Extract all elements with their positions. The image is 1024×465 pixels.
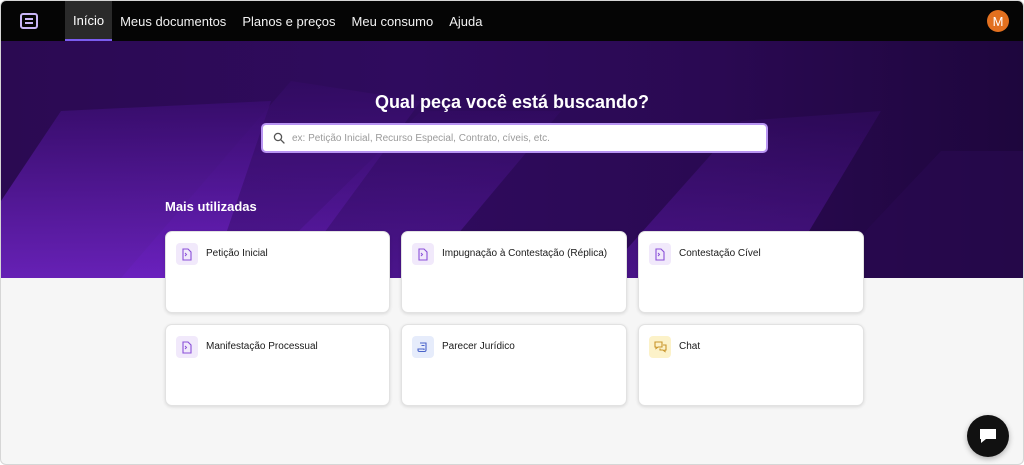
main-nav: Início Meus documentos Planos e preços M…: [65, 1, 490, 41]
card-label: Chat: [679, 341, 701, 352]
card-label: Manifestação Processual: [206, 341, 318, 352]
chat-widget-button[interactable]: [967, 415, 1009, 457]
nav-item-meus-documentos[interactable]: Meus documentos: [112, 1, 234, 41]
scroll-icon: [412, 336, 434, 358]
card-label: Impugnação à Contestação (Réplica): [442, 248, 608, 259]
card-peticao-inicial[interactable]: Petição Inicial: [165, 231, 390, 313]
card-contestacao-civel[interactable]: Contestação Cível: [638, 231, 864, 313]
top-navbar: Início Meus documentos Planos e preços M…: [1, 1, 1023, 41]
nav-item-planos-e-precos[interactable]: Planos e preços: [234, 1, 343, 41]
section-title: Mais utilizadas: [165, 199, 257, 214]
search-box[interactable]: [261, 123, 768, 153]
document-icon: [176, 336, 198, 358]
card-label: Parecer Jurídico: [442, 341, 515, 352]
app-window: Início Meus documentos Planos e preços M…: [0, 0, 1024, 465]
chat-bubble-icon: [980, 429, 996, 443]
hero-title: Qual peça você está buscando?: [374, 92, 650, 112]
card-label: Petição Inicial: [206, 248, 268, 259]
card-label: Contestação Cível: [679, 248, 761, 259]
nav-item-inicio[interactable]: Início: [65, 1, 113, 41]
avatar[interactable]: M: [987, 10, 1009, 32]
chat-icon: [649, 336, 671, 358]
document-icon: [649, 243, 671, 265]
card-manifestacao-processual[interactable]: Manifestação Processual: [165, 324, 390, 406]
search-icon: [273, 132, 286, 145]
document-icon: [412, 243, 434, 265]
search-input[interactable]: [292, 132, 752, 144]
document-icon: [176, 243, 198, 265]
card-chat[interactable]: Chat: [638, 324, 864, 406]
card-impugnacao-contestacao[interactable]: Impugnação à Contestação (Réplica): [401, 231, 627, 313]
card-parecer-juridico[interactable]: Parecer Jurídico: [401, 324, 627, 406]
nav-item-meu-consumo[interactable]: Meu consumo: [344, 1, 442, 41]
cards-grid: Petição Inicial Impugnação à Contestação…: [165, 231, 864, 406]
logo-icon[interactable]: [19, 11, 39, 31]
nav-item-ajuda[interactable]: Ajuda: [441, 1, 490, 41]
